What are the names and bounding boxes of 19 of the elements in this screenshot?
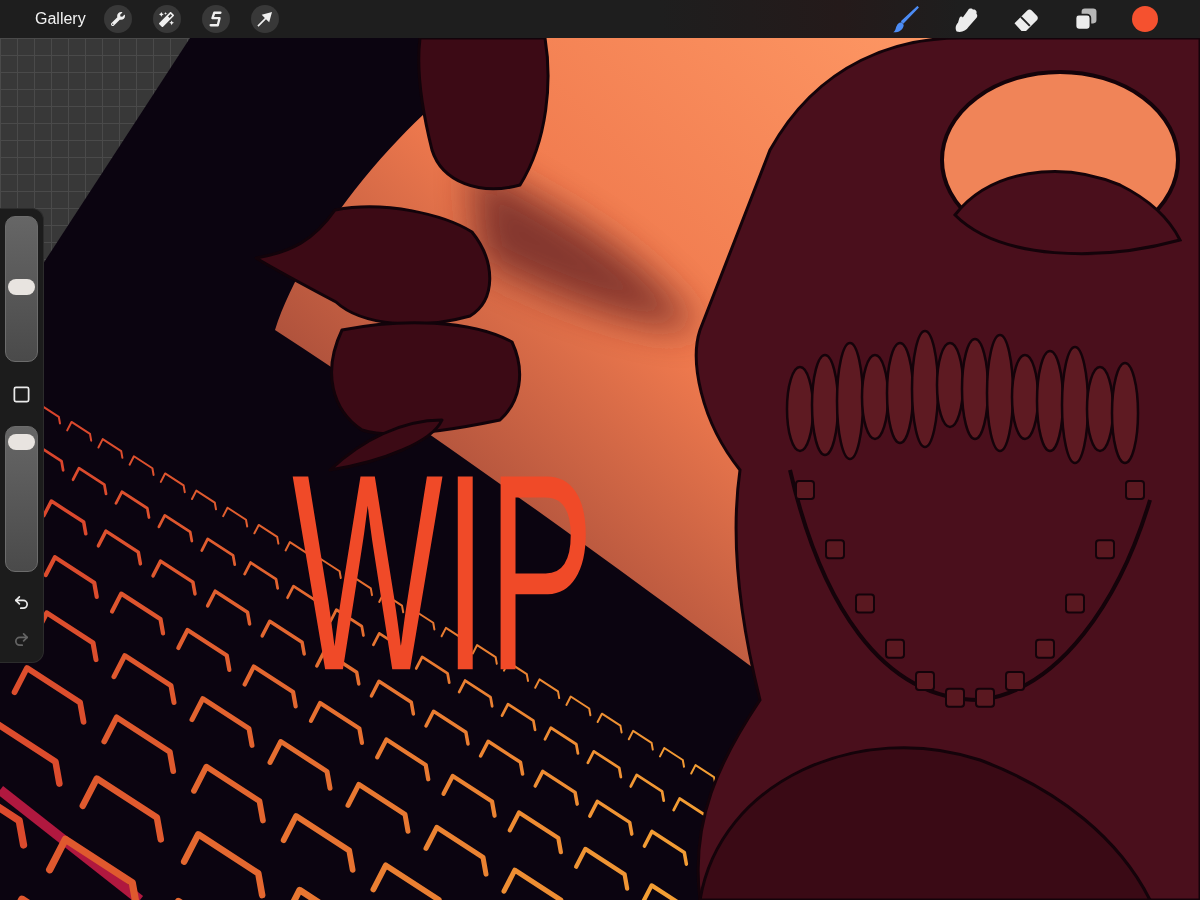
toolbar-button[interactable] xyxy=(152,5,181,33)
magic-wand-icon xyxy=(159,11,175,27)
slider-thumb[interactable] xyxy=(8,434,35,451)
undo-icon[interactable] xyxy=(13,594,30,611)
gallery-button[interactable]: Gallery xyxy=(35,11,86,27)
s-curve-icon xyxy=(207,11,224,27)
brush-icon[interactable] xyxy=(893,5,919,33)
eraser-icon[interactable] xyxy=(1013,7,1039,31)
toolbar-button[interactable] xyxy=(201,5,230,33)
slider-thumb[interactable] xyxy=(8,279,35,296)
wrench-icon xyxy=(110,12,125,26)
arrow-icon xyxy=(257,11,273,27)
opacity-slider[interactable] xyxy=(5,426,38,572)
square-icon[interactable] xyxy=(12,385,31,404)
toolbar-button[interactable] xyxy=(250,5,279,33)
brush-size-slider[interactable] xyxy=(5,216,38,362)
toolbar-button[interactable] xyxy=(103,5,132,33)
layers-icon[interactable] xyxy=(1075,8,1097,30)
color-swatch[interactable] xyxy=(1132,6,1158,32)
